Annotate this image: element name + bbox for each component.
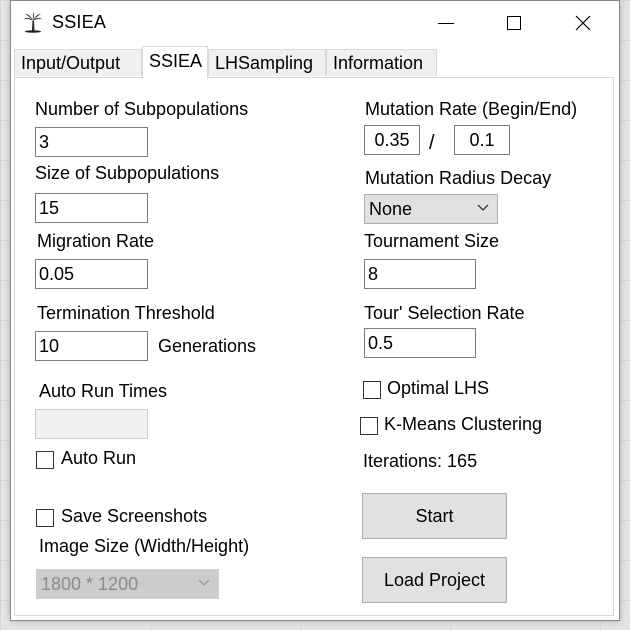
chevron-down-icon (477, 204, 489, 211)
num-subpop-label: Number of Subpopulations (35, 99, 249, 119)
mutation-rate-end-input[interactable] (454, 125, 510, 155)
tab-information[interactable]: Information (326, 49, 437, 76)
auto-run-checkbox[interactable] (36, 451, 54, 469)
auto-run-label: Auto Run (61, 448, 137, 468)
save-screenshots-checkbox[interactable] (36, 509, 54, 527)
num-subpop-input[interactable] (35, 127, 148, 157)
app-window: SSIEA Input/Output SSIEA LHSampling Info… (10, 0, 620, 621)
tab-ssiea[interactable]: SSIEA (142, 46, 208, 79)
palm-tree-icon (23, 12, 43, 33)
maximize-button[interactable] (491, 1, 537, 45)
tournament-size-input[interactable] (364, 259, 476, 289)
auto-run-times-input[interactable] (35, 409, 148, 439)
close-button[interactable] (560, 1, 606, 45)
termination-threshold-input[interactable] (35, 331, 148, 361)
title-bar[interactable]: SSIEA (11, 1, 619, 45)
auto-run-times-label: Auto Run Times (39, 381, 168, 401)
minimize-button[interactable] (423, 1, 469, 45)
migration-rate-label: Migration Rate (37, 231, 155, 251)
tab-strip: Input/Output SSIEA LHSampling Informatio… (11, 46, 619, 79)
mutation-radius-decay-value: None (369, 199, 413, 219)
close-icon (575, 15, 591, 31)
optimal-lhs-label: Optimal LHS (387, 378, 490, 398)
optimal-lhs-checkbox[interactable] (363, 381, 381, 399)
migration-rate-input[interactable] (35, 259, 148, 289)
tab-input-output[interactable]: Input/Output (14, 49, 142, 76)
tour-selection-rate-label: Tour' Selection Rate (364, 303, 525, 323)
ssiea-panel: Number of Subpopulations Size of Subpopu… (14, 77, 614, 616)
size-subpop-input[interactable] (35, 193, 148, 223)
termination-threshold-label: Termination Threshold (37, 303, 215, 323)
image-size-dropdown[interactable]: 1800 * 1200 (36, 569, 219, 599)
iterations-status: Iterations: 165 (363, 451, 478, 471)
minimize-icon (438, 22, 454, 24)
mutation-radius-decay-dropdown[interactable]: None (364, 194, 498, 224)
tour-selection-rate-input[interactable] (364, 328, 476, 358)
tournament-size-label: Tournament Size (364, 231, 500, 251)
mutation-rate-begin-input[interactable] (364, 125, 420, 155)
chevron-down-icon (198, 579, 210, 586)
generations-label: Generations (158, 336, 257, 356)
mutation-rate-label: Mutation Rate (Begin/End) (365, 99, 578, 119)
tab-lhsampling[interactable]: LHSampling (208, 49, 326, 76)
save-screenshots-label: Save Screenshots (61, 506, 208, 526)
mutation-rate-separator: / (429, 132, 435, 154)
image-size-label: Image Size (Width/Height) (39, 536, 250, 556)
maximize-icon (507, 16, 521, 30)
start-button[interactable]: Start (362, 493, 507, 539)
load-project-button[interactable]: Load Project (362, 557, 507, 603)
kmeans-clustering-label: K-Means Clustering (384, 414, 543, 434)
window-title: SSIEA (52, 12, 107, 32)
image-size-value: 1800 * 1200 (41, 574, 139, 594)
kmeans-clustering-checkbox[interactable] (360, 417, 378, 435)
size-subpop-label: Size of Subpopulations (35, 163, 220, 183)
mutation-radius-decay-label: Mutation Radius Decay (365, 168, 552, 188)
